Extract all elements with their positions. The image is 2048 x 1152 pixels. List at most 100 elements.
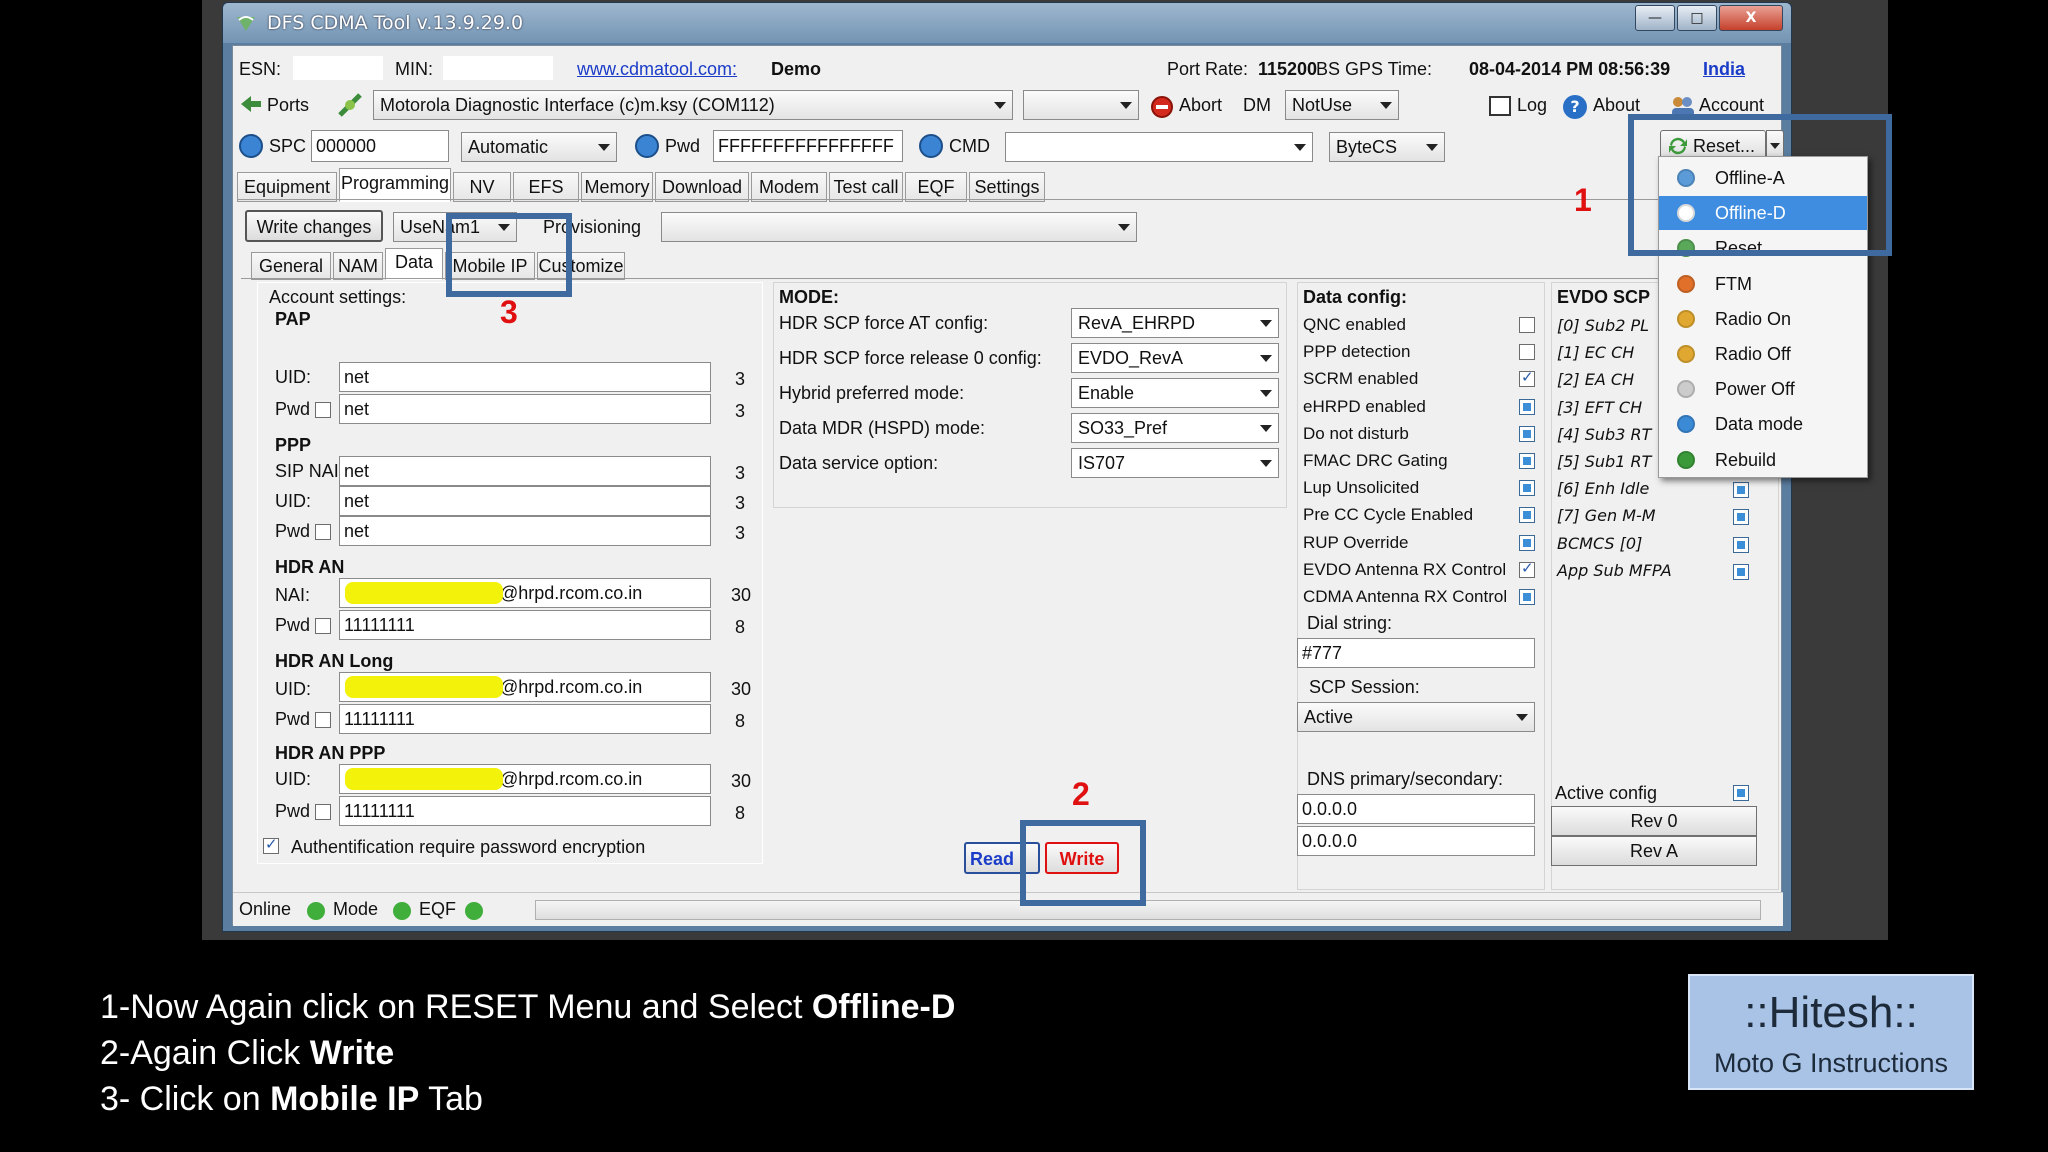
tab-nv[interactable]: NV	[453, 172, 511, 202]
dial-string-label: Dial string:	[1307, 613, 1393, 633]
pap-pwd-checkbox[interactable]	[315, 402, 331, 418]
hdr-an-pwd-checkbox[interactable]	[315, 618, 331, 634]
data-config-checkbox[interactable]	[1519, 507, 1535, 524]
dns-primary-input[interactable]: 0.0.0.0	[1297, 794, 1535, 824]
dm-label: DM	[1243, 95, 1271, 115]
pap-pwd-input[interactable]: net	[339, 394, 711, 424]
data-config-checkbox[interactable]	[1519, 589, 1535, 605]
account-settings-heading: Account settings:	[269, 287, 407, 307]
evdo-scp-checkbox[interactable]	[1733, 563, 1749, 580]
hdr-an-long-pwd-input[interactable]: 11111111	[339, 704, 711, 734]
evdo-scp-checkbox[interactable]	[1733, 509, 1749, 526]
reset-menu-item-radio-off[interactable]: Radio Off	[1659, 337, 1867, 371]
data-config-checkbox[interactable]	[1519, 480, 1535, 497]
evdo-scp-label: App Sub MFPA	[1557, 560, 1672, 580]
tab-efs[interactable]: EFS	[513, 172, 579, 202]
mode-row-select[interactable]: EVDO_RevA	[1071, 343, 1279, 373]
dial-string-input[interactable]: #777	[1297, 638, 1535, 668]
spc-mode-select[interactable]: Automatic	[461, 132, 617, 162]
device-select[interactable]	[1023, 90, 1139, 120]
data-config-checkbox[interactable]	[1519, 425, 1535, 442]
website-link[interactable]: www.cdmatool.com:	[577, 58, 737, 80]
mode-row-select[interactable]: RevA_EHRPD	[1071, 308, 1279, 338]
data-config-checkbox[interactable]	[1519, 534, 1535, 551]
evdo-scp-checkbox[interactable]	[1733, 482, 1749, 499]
tab-eqf[interactable]: EQF	[905, 172, 967, 202]
dm-select[interactable]: NotUse	[1285, 90, 1399, 120]
spc-input[interactable]: 000000	[311, 130, 449, 162]
data-config-checkbox[interactable]	[1519, 559, 1535, 578]
close-button[interactable]: X	[1719, 5, 1783, 31]
rev0-button[interactable]: Rev 0	[1551, 806, 1757, 836]
evdo-scp-checkbox[interactable]	[1733, 536, 1749, 553]
hdr-an-long-uid-value: @hrpd.rcom.co.in	[500, 677, 643, 697]
region-link[interactable]: India	[1703, 58, 1745, 80]
dns-secondary-input[interactable]: 0.0.0.0	[1297, 826, 1535, 856]
mode-row-label: Data service option:	[779, 453, 939, 473]
minimize-button[interactable]: —	[1635, 5, 1675, 31]
data-config-label: SCRM enabled	[1303, 369, 1419, 389]
tab-memory[interactable]: Memory	[581, 172, 653, 202]
reset-menu-item-power-off[interactable]: Power Off	[1659, 372, 1867, 406]
mode-row-label: HDR SCP force AT config:	[779, 313, 989, 333]
hdr-an-ppp-pwd-input[interactable]: 11111111	[339, 796, 711, 826]
tab-settings[interactable]: Settings	[969, 172, 1045, 202]
scp-session-select[interactable]: Active	[1297, 702, 1535, 732]
pwd-input[interactable]: FFFFFFFFFFFFFFFF	[713, 130, 903, 162]
port-rate-label: Port Rate:	[1167, 59, 1249, 79]
reset-menu-item-radio-on[interactable]: Radio On	[1659, 302, 1867, 336]
ppp-uid-label: UID:	[275, 491, 311, 511]
reset-menu-item-ftm[interactable]: FTM	[1659, 267, 1867, 301]
provisioning-select[interactable]	[661, 212, 1137, 242]
subtab-nam[interactable]: NAM	[333, 252, 383, 280]
evdo-scp-label: [6] Enh Idle	[1557, 479, 1650, 499]
tab-download[interactable]: Download	[655, 172, 749, 202]
reset-menu-item-data-mode[interactable]: Data mode	[1659, 407, 1867, 441]
evdo-scp-label: [0] Sub2 PL	[1557, 316, 1650, 335]
data-config-checkbox[interactable]	[1519, 368, 1535, 388]
redaction-highlight	[345, 676, 503, 698]
reset-menu-item-rebuild[interactable]: Rebuild	[1659, 443, 1867, 477]
hdr-an-ppp-pwd-label: Pwd	[275, 801, 311, 821]
ppp-pwd-checkbox[interactable]	[315, 524, 331, 540]
maximize-button[interactable]: □	[1677, 5, 1717, 31]
mode-row-select[interactable]: SO33_Pref	[1071, 413, 1279, 443]
log-button[interactable]: Log	[1517, 94, 1547, 116]
ppp-sip-input[interactable]: net	[339, 456, 711, 486]
tab-modem[interactable]: Modem	[751, 172, 827, 202]
instruction-3-bold: Mobile IP	[270, 1080, 420, 1118]
bytecs-select[interactable]: ByteCS	[1329, 132, 1445, 162]
write-changes-button[interactable]: Write changes	[245, 210, 383, 242]
ppp-uid-input[interactable]: net	[339, 486, 711, 516]
reva-button[interactable]: Rev A	[1551, 836, 1757, 866]
hdr-an-ppp-pwd-checkbox[interactable]	[315, 804, 331, 820]
mode-row-select[interactable]: Enable	[1071, 378, 1279, 408]
data-config-checkbox[interactable]	[1519, 344, 1535, 361]
evdo-scp-label: [3] EFT CH	[1557, 397, 1643, 417]
auth-encryption-checkbox[interactable]	[263, 835, 279, 854]
abort-button[interactable]: Abort	[1179, 94, 1222, 116]
hdr-an-pwd-input[interactable]: 11111111	[339, 610, 711, 640]
subtab-data[interactable]: Data	[385, 248, 443, 280]
data-config-checkbox[interactable]	[1519, 453, 1535, 469]
tab-programming[interactable]: Programming	[339, 168, 451, 202]
pap-uid-input[interactable]: net	[339, 362, 711, 392]
ports-button[interactable]: Ports	[267, 94, 309, 116]
data-config-checkbox[interactable]	[1519, 398, 1535, 415]
subtab-general[interactable]: General	[251, 252, 331, 280]
title-bar[interactable]: DFS CDMA Tool v.13.9.29.0 — □ X	[223, 3, 1791, 43]
tab-test-call[interactable]: Test call	[829, 172, 903, 202]
tab-content-border	[237, 199, 1777, 200]
mode-row-select[interactable]: IS707	[1071, 448, 1279, 478]
data-config-checkbox[interactable]	[1519, 317, 1535, 333]
cmd-select[interactable]	[1005, 132, 1313, 162]
account-button[interactable]: Account	[1699, 94, 1764, 116]
instruction-1-bold: Offline-D	[811, 988, 956, 1026]
port-select[interactable]: Motorola Diagnostic Interface (c)m.ksy (…	[373, 90, 1013, 120]
about-button[interactable]: About	[1593, 94, 1640, 116]
author-badge: ::Hitesh:: Moto G Instructions	[1688, 974, 1974, 1090]
active-config-checkbox[interactable]	[1733, 785, 1749, 801]
ppp-pwd-input[interactable]: net	[339, 516, 711, 546]
tab-equipment[interactable]: Equipment	[237, 172, 337, 202]
hdr-an-long-pwd-checkbox[interactable]	[315, 712, 331, 728]
